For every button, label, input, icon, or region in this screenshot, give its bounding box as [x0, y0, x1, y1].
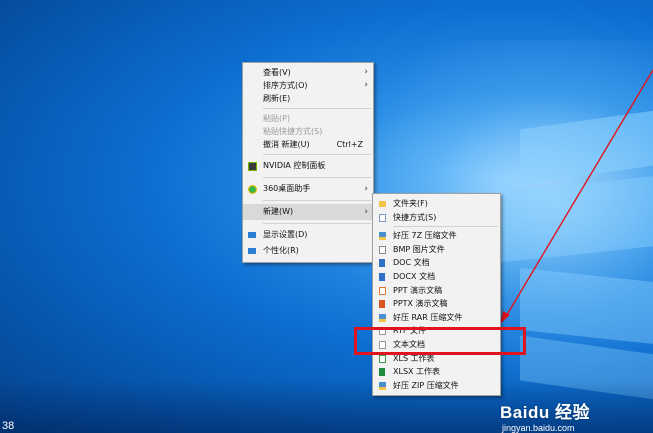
watermark-url: jingyan.baidu.com	[502, 423, 575, 433]
personalize-icon	[248, 248, 256, 254]
submenu-item-bmp-image[interactable]: BMP 图片文件	[373, 243, 500, 257]
submenu-item-rar-archive[interactable]: 好压 RAR 压缩文件	[373, 311, 500, 325]
menu-separator	[263, 154, 371, 155]
menu-item-label: 粘贴(P)	[263, 114, 291, 123]
menu-item-sort-by[interactable]: 排序方式(O) ›	[243, 79, 373, 92]
folder-icon	[379, 201, 386, 207]
shortcut-icon	[379, 213, 386, 222]
submenu-item-label: XLSX 工作表	[393, 367, 441, 377]
image-file-icon	[379, 245, 386, 254]
menu-item-refresh[interactable]: 刷新(E)	[243, 92, 373, 105]
menu-item-nvidia-control-panel[interactable]: NVIDIA 控制面板	[243, 158, 373, 174]
submenu-item-doc[interactable]: DOC 文档	[373, 256, 500, 270]
submenu-item-label: BMP 图片文件	[393, 244, 445, 254]
baidu-jingyan-watermark: Baidu 经验 jingyan.baidu.com	[500, 398, 590, 433]
chevron-right-icon: ›	[364, 184, 368, 194]
submenu-item-label: DOC 文档	[393, 258, 430, 268]
menu-item-label: 撤消 新建(U)	[263, 140, 310, 149]
watermark-logo: Baidu 经验	[500, 403, 590, 422]
submenu-item-label: 快捷方式(S)	[393, 212, 437, 222]
word-document-icon	[379, 259, 385, 268]
annotation-highlight-box	[354, 327, 526, 355]
menu-item-undo-new[interactable]: 撤消 新建(U) Ctrl+Z	[243, 138, 373, 151]
menu-item-paste[interactable]: 粘贴(P)	[243, 112, 373, 125]
menu-item-paste-shortcut[interactable]: 粘贴快捷方式(S)	[243, 125, 373, 138]
submenu-item-pptx[interactable]: PPTX 演示文稿	[373, 297, 500, 311]
word-document-icon	[379, 272, 385, 281]
spreadsheet-icon	[379, 354, 386, 363]
menu-separator	[263, 177, 371, 178]
menu-item-display-settings[interactable]: 显示设置(D)	[243, 227, 373, 243]
submenu-item-label: 好压 ZIP 压缩文件	[393, 380, 459, 390]
menu-item-label: 新建(W)	[263, 207, 294, 216]
menu-separator	[393, 226, 498, 228]
archive-icon	[379, 232, 386, 241]
menu-separator	[263, 223, 371, 224]
menu-item-label: 查看(V)	[263, 68, 291, 77]
menu-item-label: 刷新(E)	[263, 94, 291, 103]
menu-item-personalize[interactable]: 个性化(R)	[243, 243, 373, 259]
submenu-item-label: 好压 7Z 压缩文件	[393, 231, 457, 241]
submenu-item-label: 好压 RAR 压缩文件	[393, 312, 463, 322]
menu-separator	[263, 200, 371, 201]
submenu-item-folder[interactable]: 文件夹(F)	[373, 197, 500, 211]
submenu-item-shortcut[interactable]: 快捷方式(S)	[373, 211, 500, 225]
menu-separator	[263, 108, 371, 109]
taskbar-clock: 38	[2, 420, 15, 432]
powerpoint-icon	[379, 300, 385, 309]
powerpoint-icon	[379, 286, 386, 295]
desktop-context-menu: 查看(V) › 排序方式(O) › 刷新(E) 粘贴(P) 粘贴快捷方式(S) …	[242, 62, 374, 263]
chevron-right-icon: ›	[364, 67, 368, 77]
menu-item-label: 排序方式(O)	[263, 81, 308, 90]
archive-icon	[379, 381, 386, 390]
chevron-right-icon: ›	[364, 80, 368, 90]
submenu-item-ppt[interactable]: PPT 演示文稿	[373, 284, 500, 298]
submenu-item-zip-archive[interactable]: 好压 ZIP 压缩文件	[373, 379, 500, 393]
archive-icon	[379, 313, 386, 322]
menu-item-label: 360桌面助手	[263, 184, 311, 193]
chevron-right-icon: ›	[364, 207, 368, 217]
menu-item-new[interactable]: 新建(W) ›	[243, 204, 373, 220]
submenu-item-7z-archive[interactable]: 好压 7Z 压缩文件	[373, 229, 500, 243]
menu-item-label: 个性化(R)	[263, 246, 299, 255]
submenu-item-xlsx[interactable]: XLSX 工作表	[373, 365, 500, 379]
submenu-item-label: DOCX 文档	[393, 271, 436, 281]
nvidia-icon	[248, 162, 257, 171]
submenu-item-label: 文件夹(F)	[393, 199, 428, 208]
menu-item-label: 粘贴快捷方式(S)	[263, 127, 323, 136]
submenu-item-label: PPTX 演示文稿	[393, 299, 448, 309]
360-assistant-icon	[248, 185, 257, 194]
submenu-item-label: PPT 演示文稿	[393, 285, 443, 295]
menu-item-label: 显示设置(D)	[263, 230, 308, 239]
new-submenu: 文件夹(F) 快捷方式(S) 好压 7Z 压缩文件 BMP 图片文件 DOC 文…	[372, 193, 501, 397]
menu-item-view[interactable]: 查看(V) ›	[243, 66, 373, 79]
spreadsheet-icon	[379, 368, 385, 377]
display-settings-icon	[248, 232, 256, 238]
menu-item-label: NVIDIA 控制面板	[263, 161, 326, 170]
menu-item-shortcut: Ctrl+Z	[336, 140, 363, 149]
menu-item-360-desktop-assistant[interactable]: 360桌面助手 ›	[243, 181, 373, 197]
submenu-item-docx[interactable]: DOCX 文档	[373, 270, 500, 284]
